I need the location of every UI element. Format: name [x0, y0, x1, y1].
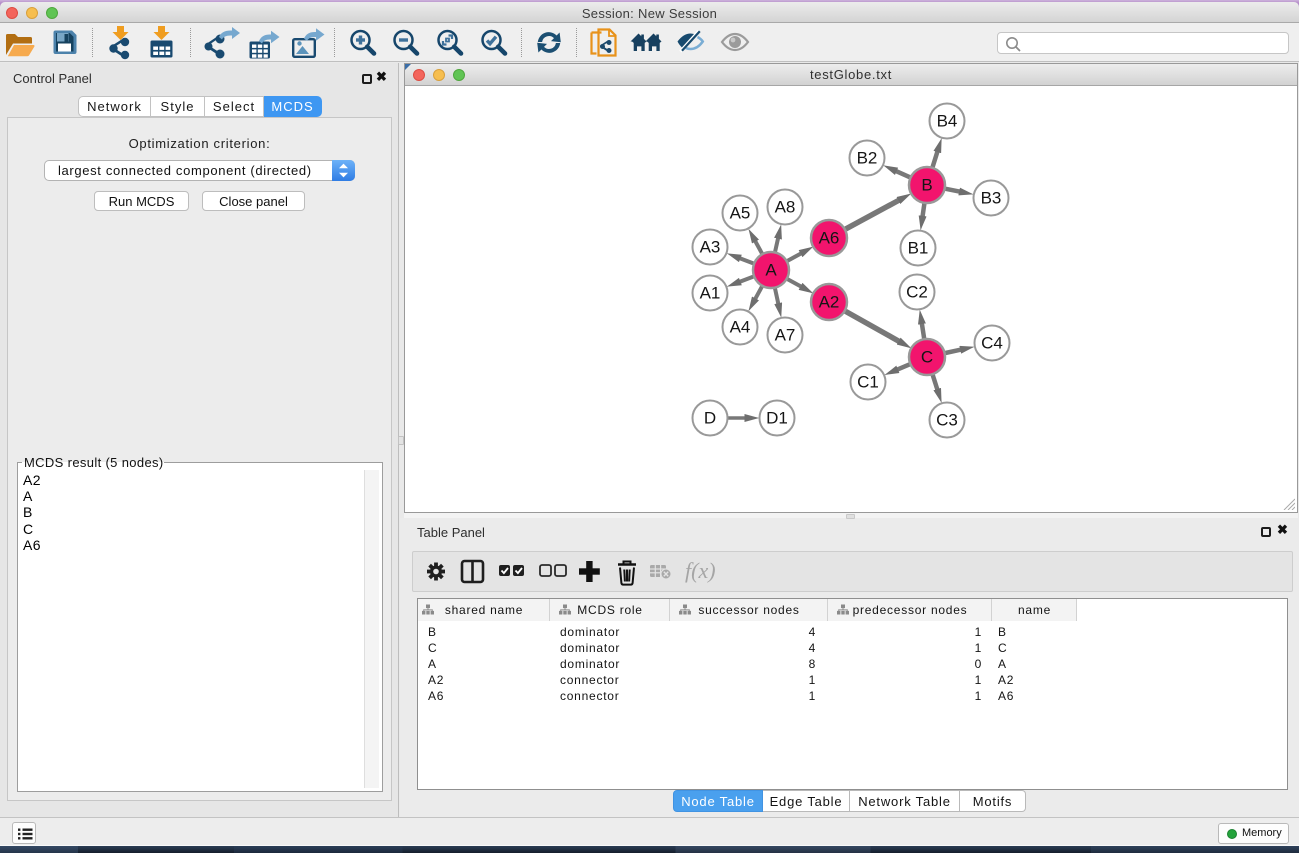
svg-text:C3: C3: [936, 411, 958, 430]
svg-text:C: C: [921, 348, 933, 367]
svg-text:A2: A2: [819, 293, 840, 312]
svg-text:A4: A4: [730, 318, 751, 337]
svg-text:f(x): f(x): [685, 558, 716, 583]
svg-text:A8: A8: [775, 198, 796, 217]
svg-text:A5: A5: [730, 204, 751, 223]
svg-text:B3: B3: [981, 189, 1002, 208]
svg-text:A7: A7: [775, 326, 796, 345]
svg-text:B2: B2: [857, 149, 878, 168]
svg-text:D: D: [704, 409, 716, 428]
svg-text:A6: A6: [819, 229, 840, 248]
svg-text:A: A: [765, 261, 777, 280]
svg-text:B: B: [921, 176, 932, 195]
svg-text:C1: C1: [857, 373, 879, 392]
svg-text:A1: A1: [700, 284, 721, 303]
svg-text:B1: B1: [908, 239, 929, 258]
svg-text:B4: B4: [937, 112, 958, 131]
svg-text:C2: C2: [906, 283, 928, 302]
svg-text:A3: A3: [700, 238, 721, 257]
svg-text:C4: C4: [981, 334, 1003, 353]
svg-text:D1: D1: [766, 409, 788, 428]
